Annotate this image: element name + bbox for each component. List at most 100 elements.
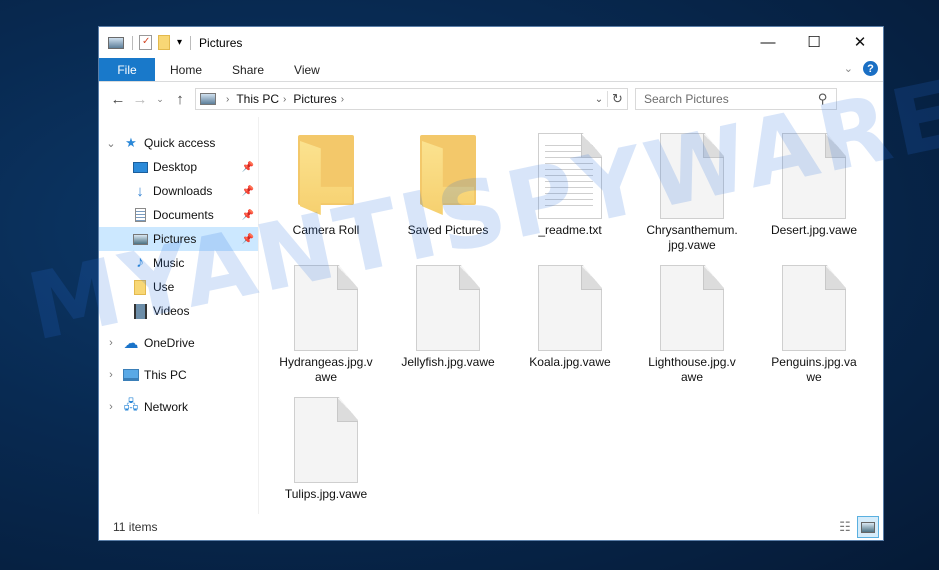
- file-name: Lighthouse.jpg.v awe: [648, 355, 736, 384]
- chevron-right-icon[interactable]: ›: [99, 401, 123, 413]
- sidebar-item-label: OneDrive: [144, 336, 195, 350]
- pin-icon[interactable]: 📌: [242, 210, 254, 221]
- folder-icon: [132, 279, 148, 295]
- close-button[interactable]: ✕: [837, 27, 883, 57]
- file-name: Penguins.jpg.va we: [771, 355, 857, 384]
- file-item[interactable]: Lighthouse.jpg.v awe: [631, 259, 753, 391]
- recent-locations-button[interactable]: ⌄: [151, 94, 169, 105]
- address-dropdown-icon[interactable]: ⌄: [591, 94, 607, 105]
- pin-icon[interactable]: 📌: [242, 186, 254, 197]
- file-item[interactable]: Chrysanthemum. jpg.vawe: [631, 127, 753, 259]
- minimize-button[interactable]: —: [745, 27, 791, 57]
- sidebar-item-network[interactable]: › 🖧 Network: [99, 395, 258, 419]
- sidebar-item-videos[interactable]: Videos: [99, 299, 258, 323]
- tab-view[interactable]: View: [279, 58, 335, 81]
- chevron-right-icon[interactable]: ›: [283, 94, 286, 105]
- item-count: 11 items: [113, 520, 158, 534]
- customize-dropdown-icon[interactable]: ▾: [177, 37, 182, 48]
- pictures-icon: [132, 231, 148, 247]
- star-icon: ★: [125, 135, 137, 150]
- pictures-app-icon[interactable]: [108, 36, 124, 49]
- chevron-right-icon[interactable]: ›: [99, 369, 123, 381]
- toolbar-divider: [132, 35, 133, 50]
- new-folder-icon[interactable]: [158, 35, 170, 50]
- sidebar-item-pictures[interactable]: Pictures 📌: [99, 227, 258, 251]
- desktop-icon: [132, 159, 148, 175]
- music-icon: ♪: [136, 254, 144, 271]
- file-item[interactable]: Hydrangeas.jpg.v awe: [265, 259, 387, 391]
- sidebar-item-onedrive[interactable]: › ☁ OneDrive: [99, 331, 258, 355]
- blank-file-icon: [530, 259, 610, 351]
- sidebar-item-this-pc[interactable]: › This PC: [99, 363, 258, 387]
- text-file-icon: [530, 127, 610, 219]
- blank-file-icon: [774, 259, 854, 351]
- file-name: Tulips.jpg.vawe: [284, 487, 368, 501]
- sidebar-item-label: Network: [144, 400, 189, 414]
- blank-file-icon: [286, 391, 366, 483]
- window-controls: — ☐ ✕: [745, 27, 883, 57]
- tab-file[interactable]: File: [99, 58, 155, 81]
- file-name: Camera Roll: [292, 223, 360, 237]
- chevron-down-icon[interactable]: ⌄: [99, 137, 123, 150]
- breadcrumb-pictures[interactable]: Pictures: [293, 92, 336, 106]
- sidebar-item-use[interactable]: Use: [99, 275, 258, 299]
- search-box[interactable]: ⚲: [635, 88, 837, 110]
- sidebar-item-music[interactable]: ♪ Music: [99, 251, 258, 275]
- videos-icon: [132, 303, 148, 319]
- tab-share[interactable]: Share: [217, 58, 279, 81]
- help-icon[interactable]: ?: [863, 61, 878, 76]
- large-icons-icon: [861, 521, 875, 533]
- chevron-right-icon[interactable]: ›: [226, 94, 229, 105]
- search-icon[interactable]: ⚲: [818, 91, 828, 107]
- search-input[interactable]: [644, 92, 814, 106]
- ribbon-tabs: File Home Share View ⌄ ?: [99, 58, 883, 82]
- address-bar[interactable]: › This PC › Pictures › ⌄ ↻: [195, 88, 628, 110]
- sidebar-item-documents[interactable]: Documents 📌: [99, 203, 258, 227]
- blank-file-icon: [652, 127, 732, 219]
- toolbar-divider: [190, 35, 192, 50]
- expand-ribbon-icon[interactable]: ⌄: [844, 62, 853, 75]
- sidebar-item-label: Music: [153, 256, 185, 270]
- chevron-right-icon[interactable]: ›: [341, 94, 344, 105]
- navigation-bar: ← → ⌄ ↑ › This PC › Pictures › ⌄ ↻ ⚲: [99, 82, 883, 116]
- sidebar-item-label: Documents: [153, 208, 214, 222]
- pin-icon[interactable]: 📌: [242, 162, 254, 173]
- file-item[interactable]: Desert.jpg.vawe: [753, 127, 875, 259]
- folder-icon: [408, 127, 488, 219]
- file-name: Chrysanthemum. jpg.vawe: [646, 223, 738, 252]
- breadcrumb-this-pc[interactable]: This PC: [236, 92, 279, 106]
- file-item[interactable]: Koala.jpg.vawe: [509, 259, 631, 391]
- this-pc-icon: [123, 367, 139, 383]
- downloads-icon: ↓: [136, 182, 144, 200]
- file-item[interactable]: Penguins.jpg.va we: [753, 259, 875, 391]
- sidebar-item-desktop[interactable]: Desktop 📌: [99, 155, 258, 179]
- large-icons-view-button[interactable]: [857, 516, 879, 538]
- folder-item[interactable]: Saved Pictures: [387, 127, 509, 259]
- pin-icon[interactable]: 📌: [242, 234, 254, 245]
- sidebar-item-label: This PC: [144, 368, 187, 382]
- window-title: Pictures: [199, 35, 243, 50]
- file-item[interactable]: Jellyfish.jpg.vawe: [387, 259, 509, 391]
- sidebar-item-label: Desktop: [153, 160, 198, 174]
- file-name: Saved Pictures: [407, 223, 489, 237]
- chevron-right-icon[interactable]: ›: [99, 337, 123, 349]
- blank-file-icon: [652, 259, 732, 351]
- back-button[interactable]: ←: [107, 91, 129, 108]
- forward-button[interactable]: →: [129, 91, 151, 108]
- file-item[interactable]: _readme.txt: [509, 127, 631, 259]
- maximize-button[interactable]: ☐: [791, 27, 837, 57]
- file-item[interactable]: Tulips.jpg.vawe: [265, 391, 387, 523]
- tab-home[interactable]: Home: [155, 58, 217, 81]
- details-view-button[interactable]: ☷: [836, 519, 854, 535]
- properties-icon[interactable]: [139, 35, 152, 50]
- onedrive-icon: ☁: [123, 335, 139, 352]
- up-button[interactable]: ↑: [169, 91, 191, 108]
- sidebar-item-label: Use: [153, 280, 175, 294]
- folder-item[interactable]: Camera Roll: [265, 127, 387, 259]
- status-bar: 11 items ☷: [99, 514, 883, 540]
- refresh-icon[interactable]: ↻: [607, 91, 627, 107]
- sidebar-item-downloads[interactable]: ↓ Downloads 📌: [99, 179, 258, 203]
- pictures-location-icon: [200, 93, 216, 105]
- sidebar-item-quick-access[interactable]: ⌄ ★ Quick access: [99, 131, 258, 155]
- file-list: Camera Roll Saved Pictures _readme.txt Chry…: [259, 117, 883, 514]
